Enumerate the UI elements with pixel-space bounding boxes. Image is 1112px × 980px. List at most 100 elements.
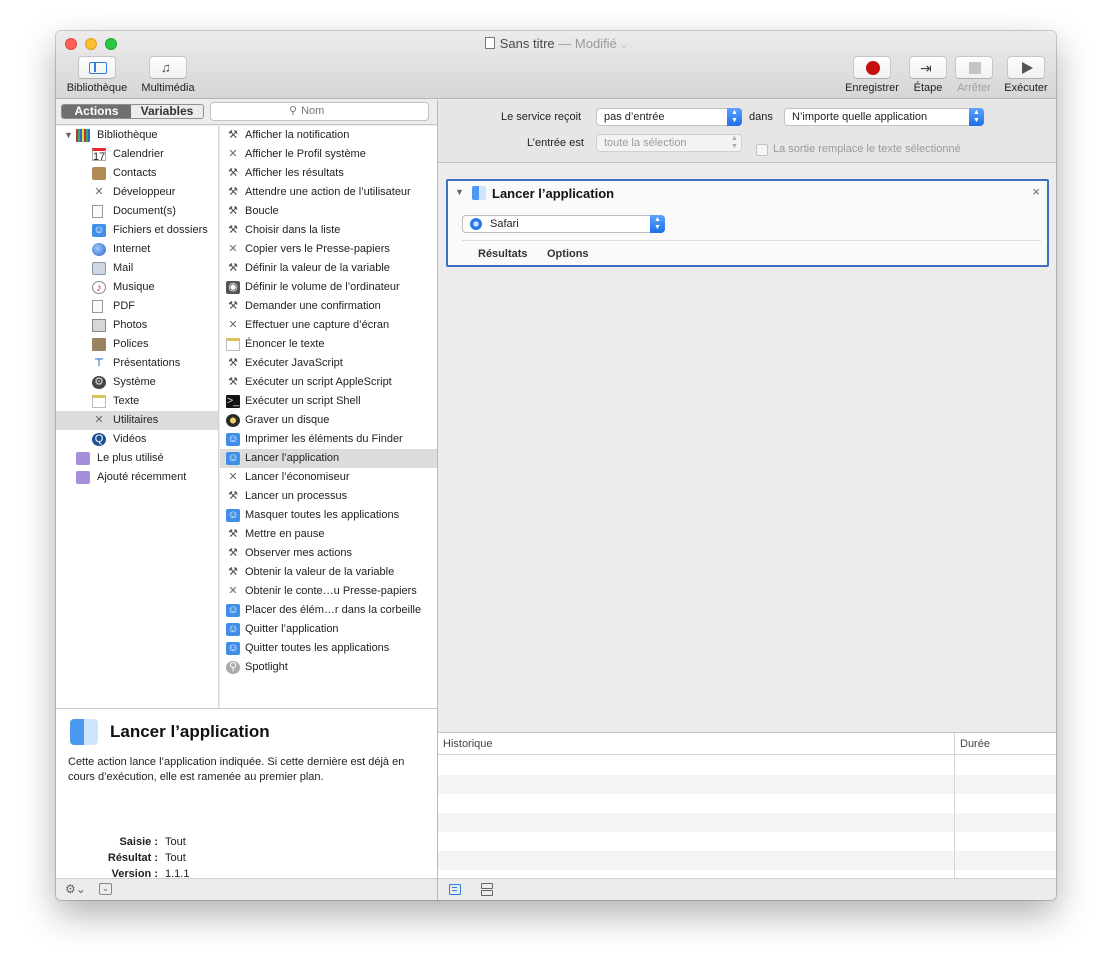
system-icon: ⚙	[92, 376, 106, 389]
action-item[interactable]: ⚒ Boucle	[220, 202, 437, 221]
popup-arrows-icon: ▲ ▼	[727, 108, 742, 126]
play-icon	[1022, 62, 1033, 74]
workflow-area[interactable]: ▼ Lancer l’application × Safari ▲ ▼ Résul…	[438, 164, 1056, 732]
action-item-label: Définir le volume de l’ordinateur	[245, 281, 400, 293]
action-item[interactable]: ⚒ Attendre une action de l’utilisateur	[220, 183, 437, 202]
library-item-label: Ajouté récemment	[97, 471, 187, 483]
action-item[interactable]: ✕ Afficher le Profil système	[220, 145, 437, 164]
action-item[interactable]: ⚒ Lancer un processus	[220, 487, 437, 506]
action-item[interactable]: ☺ Masquer toutes les applications	[220, 506, 437, 525]
results-tab[interactable]: Résultats	[478, 248, 528, 260]
action-item[interactable]: ✕ Lancer l’économiseur	[220, 468, 437, 487]
library-item-label: Calendrier	[113, 148, 164, 160]
library-toggle-button[interactable]: Bibliothèque	[63, 56, 131, 94]
library-item[interactable]: ⚙ Système	[56, 373, 218, 392]
action-item[interactable]: ⚒ Exécuter JavaScript	[220, 354, 437, 373]
disclosure-triangle-icon[interactable]: ▼	[64, 126, 73, 145]
action-item[interactable]: ⚒ Afficher la notification	[220, 126, 437, 145]
music-icon: ♪	[92, 281, 106, 294]
action-item[interactable]: Graver un disque	[220, 411, 437, 430]
library-item[interactable]: ✕ Développeur	[56, 183, 218, 202]
action-item[interactable]: ⚒ Demander une confirmation	[220, 297, 437, 316]
popup-arrows-icon: ▲ ▼	[731, 135, 738, 150]
replace-selection-checkbox[interactable]	[756, 144, 768, 156]
action-item-label: Placer des élém…r dans la corbeille	[245, 604, 422, 616]
fonts-icon	[92, 338, 106, 351]
action-item[interactable]: ☺ Placer des élém…r dans la corbeille	[220, 601, 437, 620]
action-item-label: Exécuter JavaScript	[245, 357, 343, 369]
disclosure-triangle-icon[interactable]: ▼	[455, 187, 464, 197]
action-item[interactable]: Énoncer le texte	[220, 335, 437, 354]
application-popup[interactable]: Safari ▲ ▼	[462, 215, 665, 233]
library-item[interactable]: PDF	[56, 297, 218, 316]
action-item[interactable]: ☺ Imprimer les éléments du Finder	[220, 430, 437, 449]
action-item[interactable]: ☺ Lancer l’application	[220, 449, 437, 468]
options-tab[interactable]: Options	[547, 248, 589, 260]
sidebar-icon	[89, 62, 107, 74]
split-view-icon[interactable]	[481, 883, 493, 889]
column-divider[interactable]	[954, 733, 955, 879]
launch-application-action[interactable]: ▼ Lancer l’application × Safari ▲ ▼ Résul…	[446, 179, 1049, 267]
action-item[interactable]: ⚒ Définir la valeur de la variable	[220, 259, 437, 278]
library-item[interactable]: Photos	[56, 316, 218, 335]
search-input[interactable]	[301, 105, 402, 117]
tab-variables[interactable]: Variables	[131, 105, 203, 118]
service-input-popup[interactable]: pas d’entrée ▲ ▼	[596, 108, 742, 126]
close-icon[interactable]: ×	[1032, 184, 1040, 199]
document-name: Sans titre	[499, 36, 555, 51]
action-item[interactable]: >_ Exécuter un script Shell	[220, 392, 437, 411]
toggle-description-icon[interactable]: ⌄	[99, 883, 112, 895]
tools-icon: ✕	[228, 243, 238, 255]
action-item[interactable]: ⚒ Observer mes actions	[220, 544, 437, 563]
history-column-header[interactable]: Historique	[443, 738, 493, 750]
library-item[interactable]: ♪ Musique	[56, 278, 218, 297]
library-item[interactable]: ▼ Bibliothèque	[56, 126, 218, 145]
action-item[interactable]: ⚒ Obtenir la valeur de la variable	[220, 563, 437, 582]
media-browser-button[interactable]: ♫ Multimédia	[136, 56, 200, 94]
action-item[interactable]: ☺ Quitter toutes les applications	[220, 639, 437, 658]
action-item-label: Afficher le Profil système	[245, 148, 366, 160]
library-item[interactable]: ☺ Fichiers et dossiers	[56, 221, 218, 240]
input-scope-popup[interactable]: toute la sélection ▲ ▼	[596, 134, 742, 152]
step-button[interactable]: ⇥ Étape	[907, 56, 949, 94]
action-item[interactable]: ⚒ Mettre en pause	[220, 525, 437, 544]
library-item[interactable]: Le plus utilisé	[56, 449, 218, 468]
action-item[interactable]: ✕ Obtenir le conte…u Presse-papiers	[220, 582, 437, 601]
stop-button[interactable]: Arrêter	[953, 56, 995, 94]
action-item-label: Boucle	[245, 205, 279, 217]
action-item[interactable]: ✕ Effectuer une capture d’écran	[220, 316, 437, 335]
library-item[interactable]: Internet	[56, 240, 218, 259]
library-item[interactable]: Contacts	[56, 164, 218, 183]
library-item[interactable]: Document(s)	[56, 202, 218, 221]
library-item[interactable]: Q Vidéos	[56, 430, 218, 449]
list-view-icon[interactable]	[449, 884, 461, 895]
action-item[interactable]: ✕ Copier vers le Presse-papiers	[220, 240, 437, 259]
finder-icon: ☺	[226, 452, 240, 465]
action-item[interactable]: ⚒ Afficher les résultats	[220, 164, 437, 183]
action-item-label: Lancer l’économiseur	[245, 471, 350, 483]
duration-column-header[interactable]: Durée	[960, 738, 990, 750]
action-item[interactable]: ⚒ Choisir dans la liste	[220, 221, 437, 240]
library-item[interactable]: ✕ Utilitaires	[56, 411, 218, 430]
library-item[interactable]: Ajouté récemment	[56, 468, 218, 487]
action-item[interactable]: ⚒ Exécuter un script AppleScript	[220, 373, 437, 392]
library-item[interactable]: Mail	[56, 259, 218, 278]
library-item[interactable]: ⊤ Présentations	[56, 354, 218, 373]
action-item[interactable]: ⚲ Spotlight	[220, 658, 437, 677]
library-item[interactable]: Polices	[56, 335, 218, 354]
window-title[interactable]: Sans titre — Modifié ⌵	[56, 36, 1056, 51]
action-item-label: Quitter l’application	[245, 623, 339, 635]
target-application-popup[interactable]: N’importe quelle application ▲ ▼	[784, 108, 984, 126]
action-item-label: Exécuter un script AppleScript	[245, 376, 392, 388]
gear-menu-icon[interactable]: ⚙⌄	[65, 882, 86, 896]
action-item[interactable]: ☺ Quitter l’application	[220, 620, 437, 639]
action-item-label: Lancer un processus	[245, 490, 348, 502]
library-item[interactable]: Texte	[56, 392, 218, 411]
record-button[interactable]: Enregistrer	[840, 56, 904, 94]
library-item[interactable]: 17 Calendrier	[56, 145, 218, 164]
search-field[interactable]: ⚲	[210, 102, 429, 121]
action-item[interactable]: ◉ Définir le volume de l’ordinateur	[220, 278, 437, 297]
run-button[interactable]: Exécuter	[1001, 56, 1051, 94]
library-item-label: Contacts	[113, 167, 157, 179]
tab-actions[interactable]: Actions	[62, 105, 131, 118]
